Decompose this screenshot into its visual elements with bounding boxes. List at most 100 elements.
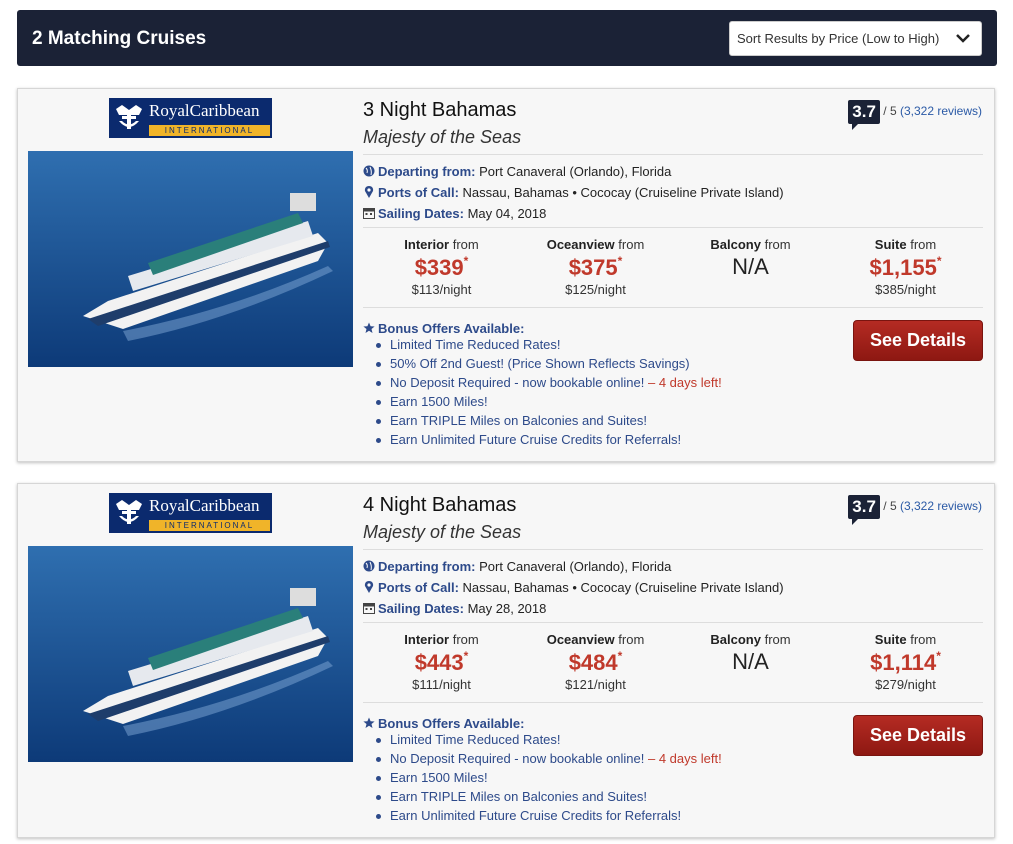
chevron-down-icon: [956, 34, 970, 43]
offer-item[interactable]: Limited Time Reduced Rates!: [376, 732, 722, 751]
price-suite[interactable]: Suite from $1,114* $279/night: [828, 632, 983, 692]
cabin-type: Interior: [404, 632, 450, 647]
sailing-value: May 28, 2018: [467, 601, 547, 616]
divider: [363, 227, 983, 228]
divider: [363, 307, 983, 308]
offer-item[interactable]: 50% Off 2nd Guest! (Price Shown Reflects…: [376, 356, 722, 375]
ports-value: Nassau, Bahamas • Cococay (Cruiseline Pr…: [462, 185, 784, 200]
price-value: $443: [414, 650, 464, 675]
offer-item[interactable]: Earn 1500 Miles!: [376, 394, 722, 413]
star-icon: [363, 717, 375, 728]
price-interior[interactable]: Interior from $443* $111/night: [364, 632, 519, 692]
from-label: from: [764, 237, 791, 252]
offer-item[interactable]: No Deposit Required - now bookable onlin…: [376, 375, 722, 394]
price-suite[interactable]: Suite from $1,155* $385/night: [828, 237, 983, 297]
departing-label: Departing from:: [378, 559, 476, 574]
cabin-type: Oceanview: [546, 632, 615, 647]
ship-photo[interactable]: [28, 546, 353, 762]
sailing-row: Sailing Dates: May 04, 2018: [363, 206, 546, 221]
cabin-type: Oceanview: [546, 237, 615, 252]
star-icon: [363, 322, 375, 333]
reviews-link[interactable]: (3,322 reviews): [900, 499, 982, 513]
price-oceanview[interactable]: Oceanview from $484* $121/night: [518, 632, 673, 692]
offer-item[interactable]: Limited Time Reduced Rates!: [376, 337, 722, 356]
rating-score: 3.7: [848, 100, 880, 130]
offers-list: Limited Time Reduced Rates! 50% Off 2nd …: [376, 337, 722, 451]
offer-text: Earn 1500 Miles!: [390, 394, 488, 409]
offer-item[interactable]: No Deposit Required - now bookable onlin…: [376, 751, 722, 770]
price-value: N/A: [732, 254, 769, 279]
rating-score: 3.7: [848, 495, 880, 525]
departing-value: Port Canaveral (Orlando), Florida: [479, 559, 672, 574]
reviews-link[interactable]: (3,322 reviews): [900, 104, 982, 118]
price-value: $339: [414, 255, 464, 280]
price-oceanview[interactable]: Oceanview from $375* $125/night: [518, 237, 673, 297]
price-per-night: $121/night: [565, 677, 626, 692]
offer-item[interactable]: Earn Unlimited Future Cruise Credits for…: [376, 432, 722, 451]
ship-photo[interactable]: [28, 151, 353, 367]
crown-anchor-icon: [116, 105, 142, 129]
offer-item[interactable]: Earn TRIPLE Miles on Balconies and Suite…: [376, 413, 722, 432]
rating-scale: / 5: [883, 499, 897, 514]
offer-text: Earn 1500 Miles!: [390, 770, 488, 785]
logo-brand: RoyalCaribbean: [149, 101, 260, 120]
results-header: 2 Matching Cruises Sort Results by Price…: [17, 10, 997, 66]
divider: [363, 702, 983, 703]
calendar-icon: [363, 208, 375, 219]
ship-name: Majesty of the Seas: [363, 522, 522, 542]
offer-text: Limited Time Reduced Rates!: [390, 337, 561, 352]
cruise-ship-illustration: [28, 151, 353, 367]
logo-brand: RoyalCaribbean: [149, 496, 260, 515]
from-label: from: [452, 237, 479, 252]
bonus-label: Bonus Offers Available:: [378, 716, 525, 731]
royal-caribbean-logo: RoyalCaribbean INTERNATIONAL: [109, 98, 272, 138]
departing-label: Departing from:: [378, 164, 476, 179]
see-details-button[interactable]: See Details: [853, 320, 983, 361]
sailing-row: Sailing Dates: May 28, 2018: [363, 601, 546, 616]
from-label: from: [618, 632, 645, 647]
days-left-note: – 4 days left!: [644, 375, 722, 390]
price-balcony: Balcony from N/A: [673, 632, 828, 675]
sort-dropdown[interactable]: Sort Results by Price (Low to High): [729, 21, 982, 56]
globe-icon: [363, 560, 375, 572]
offer-text: Earn Unlimited Future Cruise Credits for…: [390, 432, 682, 447]
royal-caribbean-logo: RoyalCaribbean INTERNATIONAL: [109, 493, 272, 533]
offer-text: Earn Unlimited Future Cruise Credits for…: [390, 808, 682, 823]
logo-subtitle: INTERNATIONAL: [149, 520, 270, 531]
cruise-title[interactable]: 3 Night Bahamas: [363, 99, 516, 122]
asterisk-icon: *: [617, 649, 623, 663]
ports-label: Ports of Call:: [378, 580, 459, 595]
offers-list: Limited Time Reduced Rates! No Deposit R…: [376, 732, 722, 827]
divider: [363, 622, 983, 623]
globe-icon: [363, 165, 375, 177]
cruise-card: RoyalCaribbean INTERNATIONAL 4 Night Bah…: [17, 483, 995, 838]
price-per-night: $125/night: [565, 282, 626, 297]
offer-item[interactable]: Earn Unlimited Future Cruise Credits for…: [376, 808, 722, 827]
sort-value: Sort Results by Price (Low to High): [737, 31, 940, 46]
offer-item[interactable]: Earn TRIPLE Miles on Balconies and Suite…: [376, 789, 722, 808]
results-count: 2 Matching Cruises: [32, 28, 207, 49]
sailing-value: May 04, 2018: [467, 206, 547, 221]
ports-row: Ports of Call: Nassau, Bahamas • Cococay…: [363, 580, 784, 595]
bonus-offers-heading: Bonus Offers Available:: [363, 716, 524, 731]
asterisk-icon: *: [617, 254, 623, 268]
price-balcony: Balcony from N/A: [673, 237, 828, 280]
price-value: N/A: [732, 649, 769, 674]
departing-row: Departing from: Port Canaveral (Orlando)…: [363, 559, 671, 574]
price-per-night: $385/night: [875, 282, 936, 297]
cabin-type: Balcony: [710, 632, 761, 647]
map-pin-icon: [364, 186, 374, 198]
see-details-button[interactable]: See Details: [853, 715, 983, 756]
offer-text: Earn TRIPLE Miles on Balconies and Suite…: [390, 789, 648, 804]
cabin-type: Interior: [404, 237, 450, 252]
results-page: 2 Matching Cruises Sort Results by Price…: [0, 0, 1013, 844]
price-interior[interactable]: Interior from $339* $113/night: [364, 237, 519, 297]
offer-item[interactable]: Earn 1500 Miles!: [376, 770, 722, 789]
asterisk-icon: *: [463, 254, 469, 268]
map-pin-icon: [364, 581, 374, 593]
bonus-label: Bonus Offers Available:: [378, 321, 525, 336]
asterisk-icon: *: [936, 649, 941, 663]
days-left-note: – 4 days left!: [644, 751, 722, 766]
cabin-type: Balcony: [710, 237, 761, 252]
cruise-title[interactable]: 4 Night Bahamas: [363, 494, 516, 517]
